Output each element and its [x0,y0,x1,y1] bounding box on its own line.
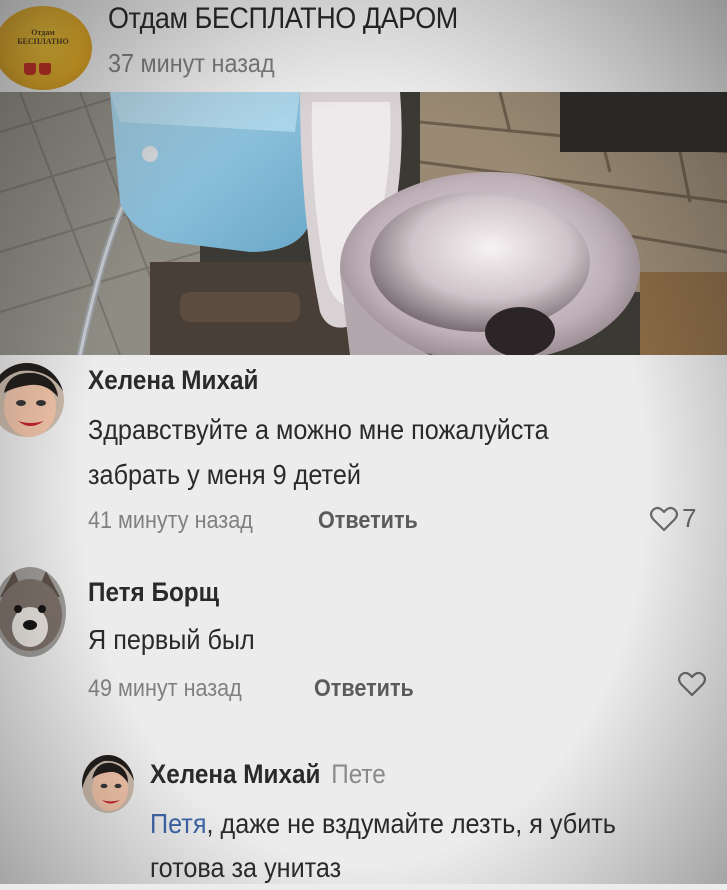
commenter-avatar[interactable] [0,567,66,657]
reply-comment: Хелена Михай Пете Петя, даже не вздумайте… [0,745,727,884]
group-name[interactable]: Отдам БЕСПЛАТНО ДАРОМ [108,2,458,36]
comment-text-line-1: Я первый был [88,624,255,655]
like-button[interactable] [678,671,706,697]
comment-text-line-1: Здравствуйте а можно мне пожалуйста [88,414,549,445]
post-time: 37 минут назад [108,48,275,78]
group-avatar-emblem [24,62,64,76]
comment-time: 41 минуту назад [88,507,253,534]
reply-button[interactable]: Ответить [318,507,418,535]
reply-text-line-1: Петя, даже не вздумайте лезть, я убить [150,801,616,846]
comment-author[interactable]: Хелена Михай [88,365,258,396]
heart-icon [650,506,678,531]
reply-to-label[interactable]: Пете [331,759,386,789]
comment-1: Хелена Михай Здравствуйте а можно мне по… [0,355,727,555]
like-button[interactable]: 7 [650,503,696,534]
comment-author[interactable]: Петя Борщ [88,577,219,608]
comment-time: 49 минут назад [88,675,242,702]
like-count: 7 [682,503,697,533]
heart-icon [678,671,706,697]
post-photo[interactable] [0,92,727,355]
reply-author-line: Хелена Михай Пете [150,759,386,790]
comment-2: Петя Борщ Я первый был 49 минут назад От… [0,565,727,715]
reply-text: , даже не вздумайте лезть, я убить [206,808,616,839]
comment-author[interactable]: Хелена Михай [150,759,320,789]
group-avatar[interactable]: Отдам БЕСПЛАТНО [0,6,92,90]
comment-text-line-2: забрать у меня 9 детей [88,459,361,490]
commenter-avatar[interactable] [0,363,64,437]
mention-link[interactable]: Петя [150,808,206,839]
group-avatar-text: Отдам БЕСПЛАТНО [17,28,69,46]
commenter-avatar[interactable] [82,755,134,813]
reply-text-line-2: готова за унитаз [150,852,342,883]
post-header: Отдам БЕСПЛАТНО Отдам БЕСПЛАТНО ДАРОМ 37… [0,0,727,92]
toilet-photo [0,92,727,355]
reply-button[interactable]: Ответить [314,675,414,703]
